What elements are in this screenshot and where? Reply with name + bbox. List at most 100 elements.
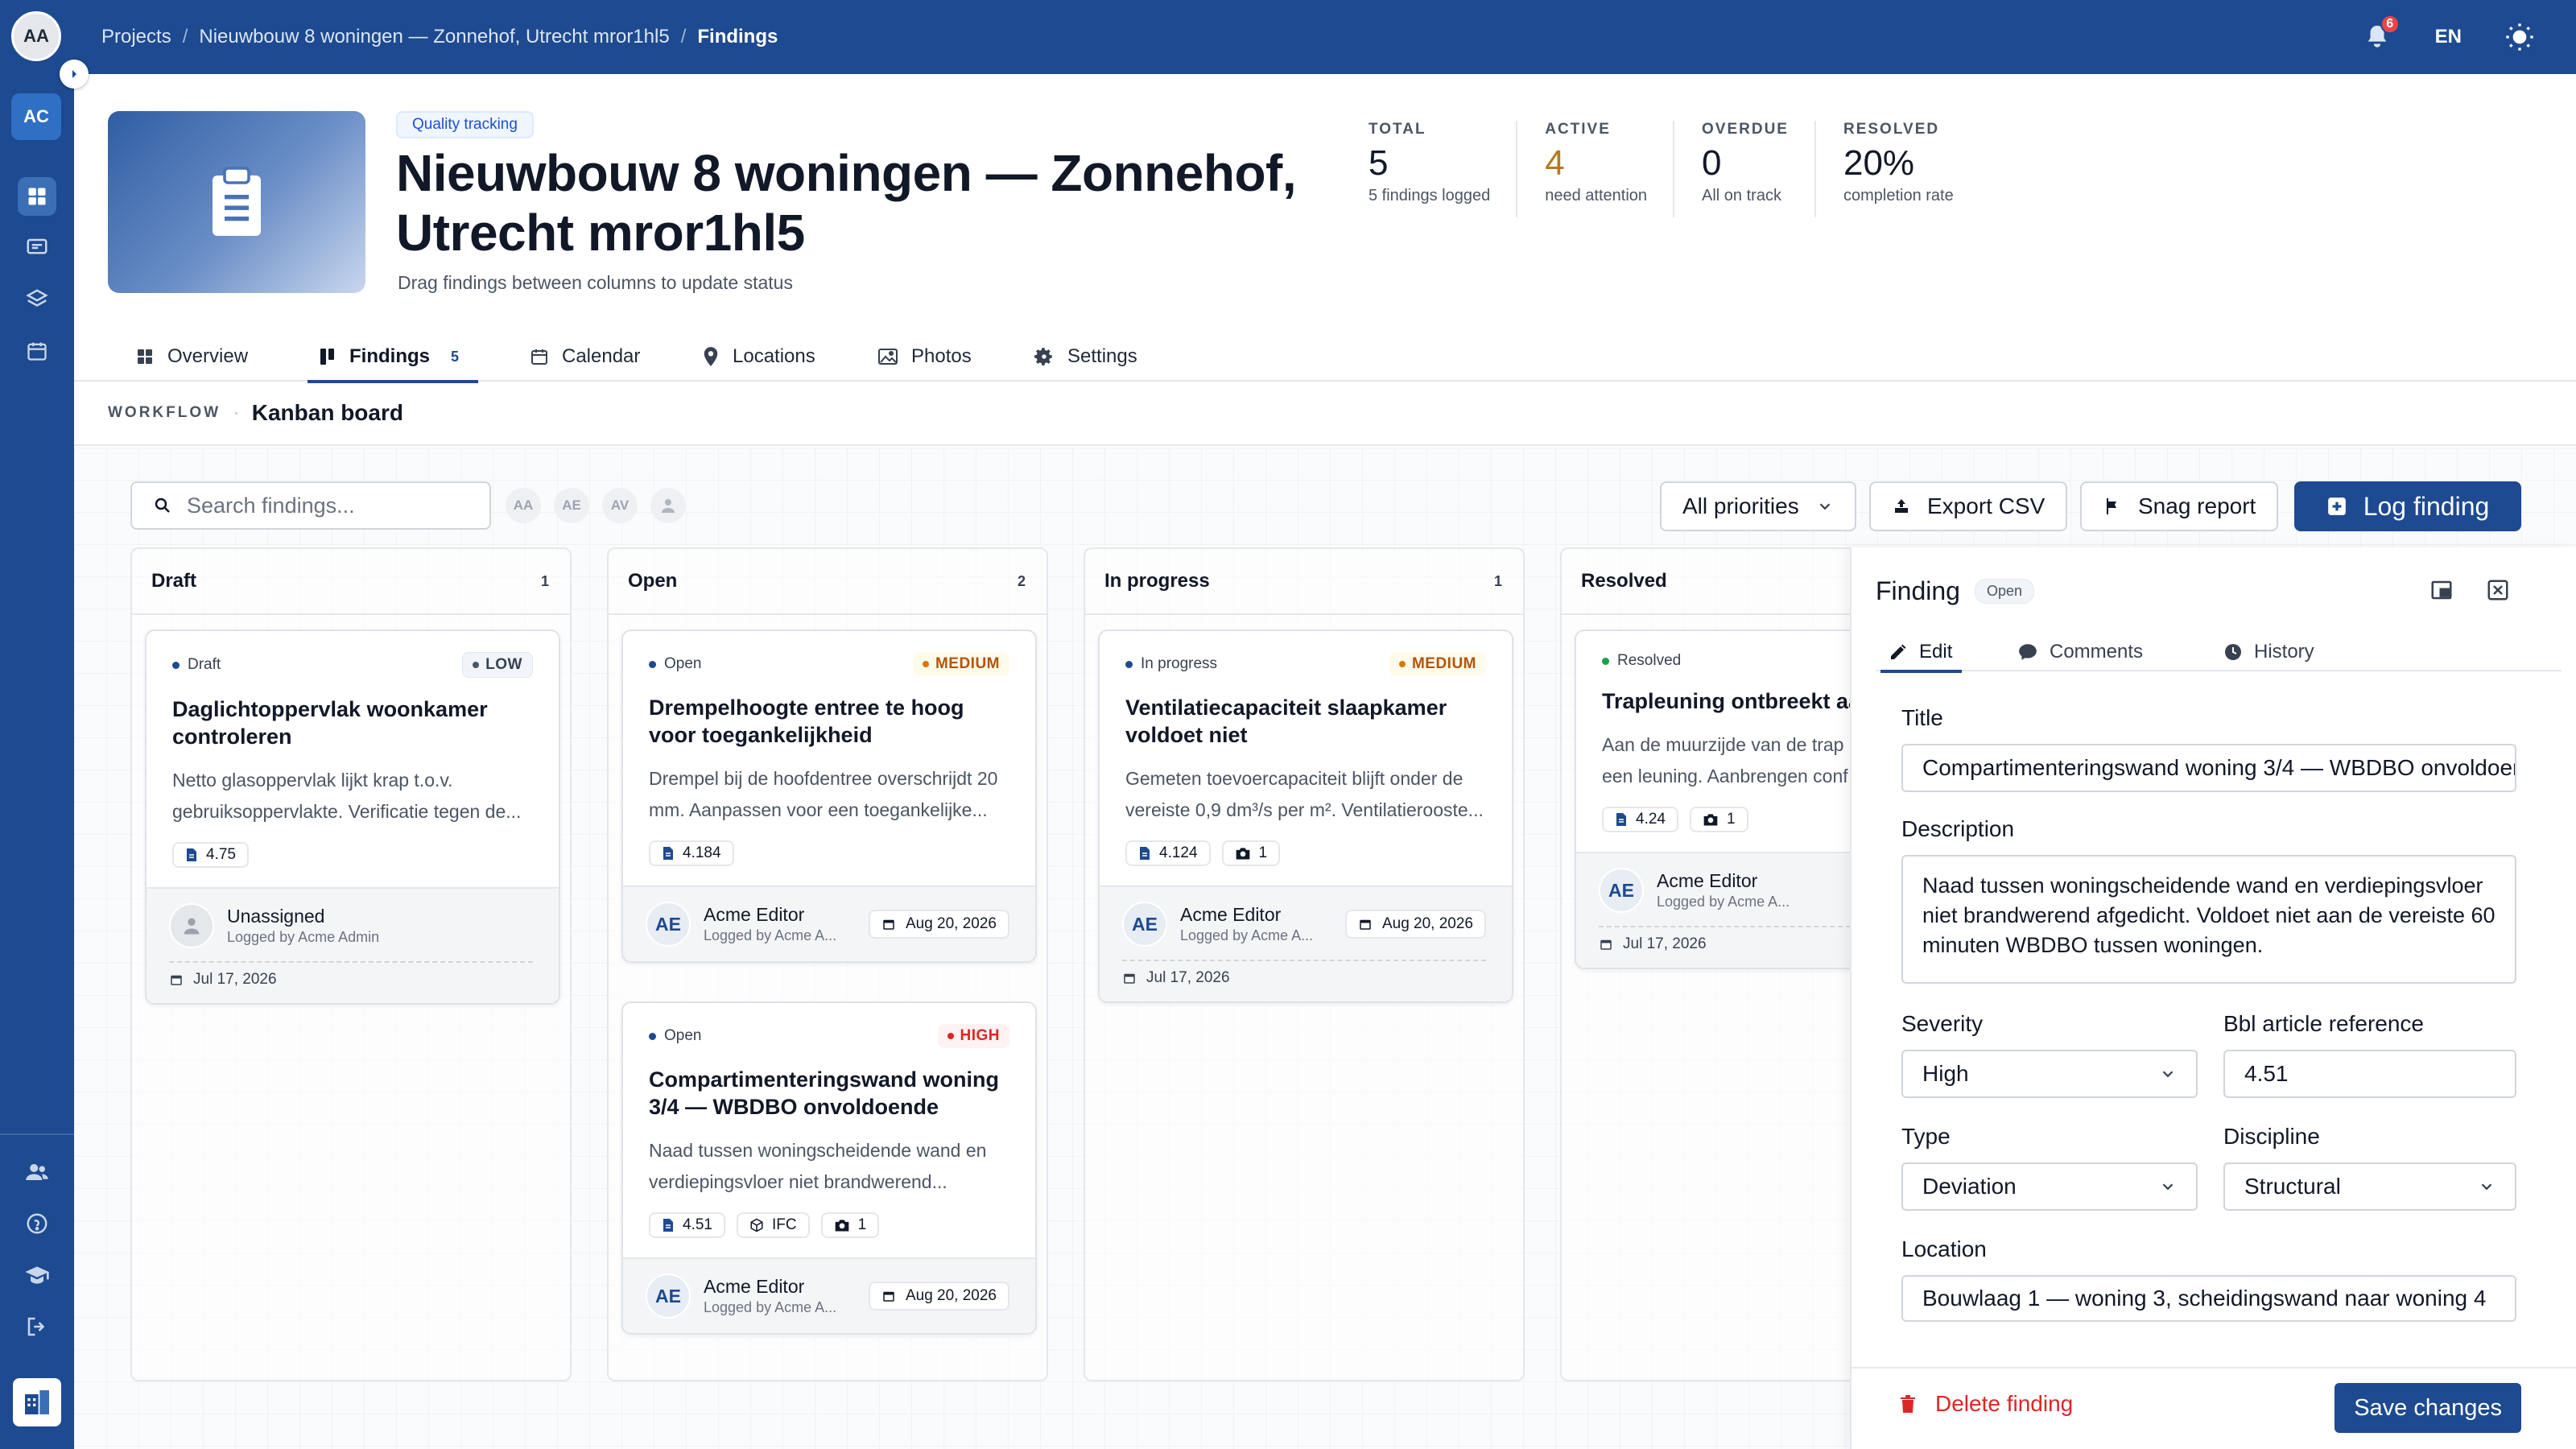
card-description: Naad tussen woningscheidende wand en ver…: [649, 1140, 987, 1192]
tab-edit[interactable]: Edit: [1880, 633, 1963, 673]
camera-icon: [1703, 814, 1718, 826]
avatar: AE: [1122, 902, 1167, 947]
clipboard-icon: [213, 167, 261, 236]
logout-icon[interactable]: [18, 1307, 56, 1346]
view-title: Kanban board: [251, 400, 403, 425]
calendar-icon[interactable]: [18, 332, 56, 370]
breadcrumb-projects[interactable]: Projects: [101, 26, 171, 48]
tab-settings[interactable]: Settings: [1034, 332, 1137, 382]
column-title: Open: [628, 570, 678, 592]
card-description: Drempel bij de hoofdentree overschrijdt …: [649, 768, 998, 820]
severity-select-value: High: [1922, 1061, 1969, 1086]
card-status: Draft: [172, 656, 221, 674]
camera-icon: [1236, 848, 1249, 860]
delete-finding-button[interactable]: Delete finding: [1898, 1391, 2073, 1417]
grid-icon: [138, 349, 152, 364]
finding-card[interactable]: Open HIGH Compartimenteringswand woning …: [621, 1001, 1037, 1335]
tab-findings[interactable]: Findings 5: [308, 332, 478, 383]
card-status: In progress: [1125, 655, 1217, 673]
type-select[interactable]: Deviation: [1901, 1162, 2198, 1211]
column-in-progress: In progress 1 In progress MEDIUM Ventila…: [1084, 547, 1525, 1381]
location-field[interactable]: Bouwlaag 1 — woning 3, scheidingswand na…: [1901, 1275, 2516, 1322]
layers-icon[interactable]: [18, 280, 56, 319]
snag-report-button[interactable]: Snag report: [2080, 481, 2279, 531]
close-icon[interactable]: [2486, 578, 2510, 602]
theme-toggle-sun-icon[interactable]: [2504, 21, 2536, 53]
chevron-down-icon: [2481, 1183, 2492, 1191]
stat-value: 0: [1702, 143, 1722, 183]
project-tabs: Overview Findings 5 Calendar Locations P…: [74, 332, 2576, 383]
workflow-label: WORKFLOW: [108, 404, 221, 421]
tab-label: Photos: [911, 345, 972, 367]
assignee-name: Acme Editor: [704, 1276, 805, 1297]
unassigned-user-icon: [169, 903, 214, 948]
save-changes-button[interactable]: Save changes: [2334, 1383, 2521, 1433]
due-date: Jul 17, 2026: [1122, 960, 1486, 987]
notifications-button[interactable]: 6: [2361, 14, 2400, 53]
stat-value: 5: [1368, 143, 1389, 183]
tab-comments[interactable]: Comments: [2017, 633, 2143, 671]
logged-by: Logged by Acme A...: [704, 927, 837, 943]
discipline-select[interactable]: Structural: [2223, 1162, 2516, 1211]
status-badge: Open: [1974, 579, 2034, 604]
bbl-reference-field[interactable]: 4.51: [2223, 1050, 2516, 1098]
tab-locations[interactable]: Locations: [702, 332, 815, 382]
expand-sidebar-icon[interactable]: [60, 60, 89, 89]
chevron-down-icon: [1819, 503, 1831, 510]
tab-label: Locations: [733, 345, 815, 367]
open-fullscreen-icon[interactable]: [2429, 578, 2454, 602]
team-icon[interactable]: [18, 1153, 56, 1191]
stat-label: ACTIVE: [1545, 121, 1611, 138]
project-subtitle: Drag findings between columns to update …: [398, 272, 793, 293]
search-input[interactable]: Search findings...: [130, 481, 491, 530]
messages-icon[interactable]: [18, 229, 56, 267]
search-icon: [155, 497, 170, 513]
learn-icon[interactable]: [18, 1256, 56, 1294]
button-label: Export CSV: [1927, 493, 2046, 518]
finding-card[interactable]: In progress MEDIUM Ventilatiecapaciteit …: [1098, 630, 1513, 1003]
severity-label: Severity: [1901, 1011, 1984, 1036]
unassigned-filter-user-icon[interactable]: [650, 488, 686, 523]
finding-card[interactable]: Draft LOW Daglichtoppervlak woonkamer co…: [145, 630, 560, 1005]
severity-select[interactable]: High: [1901, 1050, 2198, 1098]
photos-chip: 1: [1689, 807, 1748, 832]
tab-calendar[interactable]: Calendar: [530, 332, 640, 382]
title-label: Title: [1901, 705, 1943, 730]
card-status: Resolved: [1602, 652, 1681, 670]
help-icon[interactable]: [18, 1204, 56, 1243]
quality-tracking-badge: Quality tracking: [396, 111, 534, 138]
assignee-filter-avatar[interactable]: AE: [554, 488, 589, 523]
org-switcher[interactable]: AC: [11, 93, 61, 140]
priority-select-value: All priorities: [1682, 493, 1799, 518]
column-title: In progress: [1104, 570, 1210, 592]
user-avatar[interactable]: AA: [11, 11, 61, 61]
export-csv-button[interactable]: Export CSV: [1869, 481, 2068, 531]
language-switcher[interactable]: EN: [2435, 26, 2462, 48]
title-field[interactable]: Compartimenteringswand woning 3/4 — WBDB…: [1901, 744, 2516, 792]
photos-chip: 1: [1221, 840, 1281, 866]
export-icon: [1895, 499, 1908, 513]
log-finding-button[interactable]: Log finding: [2294, 481, 2521, 531]
tab-overview[interactable]: Overview: [135, 332, 248, 382]
breadcrumb-project[interactable]: Nieuwbouw 8 woningen — Zonnehof, Utrecht…: [199, 26, 669, 48]
button-label: Snag report: [2138, 493, 2256, 518]
notification-count-badge: 6: [2380, 14, 2400, 34]
tab-history[interactable]: History: [2223, 633, 2314, 671]
column-draft: Draft 1 Draft LOW Daglichtoppervlak woon…: [130, 547, 572, 1381]
dashboard-icon[interactable]: [18, 177, 56, 216]
description-field[interactable]: Naad tussen woningscheidende wand en ver…: [1901, 855, 2516, 984]
avatar: AE: [1599, 868, 1644, 913]
image-icon: [878, 349, 898, 365]
avatar: AE: [646, 902, 691, 947]
card-description: Aan de muurzijde van de trap een leuning…: [1602, 734, 1848, 786]
tab-photos[interactable]: Photos: [877, 332, 972, 382]
column-title: Draft: [151, 570, 197, 592]
priority-select[interactable]: All priorities: [1660, 481, 1856, 531]
document-icon: [1616, 813, 1626, 826]
finding-card[interactable]: Open MEDIUM Drempelhoogte entree te hoog…: [621, 630, 1037, 963]
assignee-filter-avatar[interactable]: AA: [506, 488, 541, 523]
plus-square-icon: [2327, 497, 2346, 515]
stat-value: 4: [1545, 143, 1565, 183]
column-count: 1: [1493, 572, 1502, 589]
assignee-filter-avatar[interactable]: AV: [602, 488, 638, 523]
